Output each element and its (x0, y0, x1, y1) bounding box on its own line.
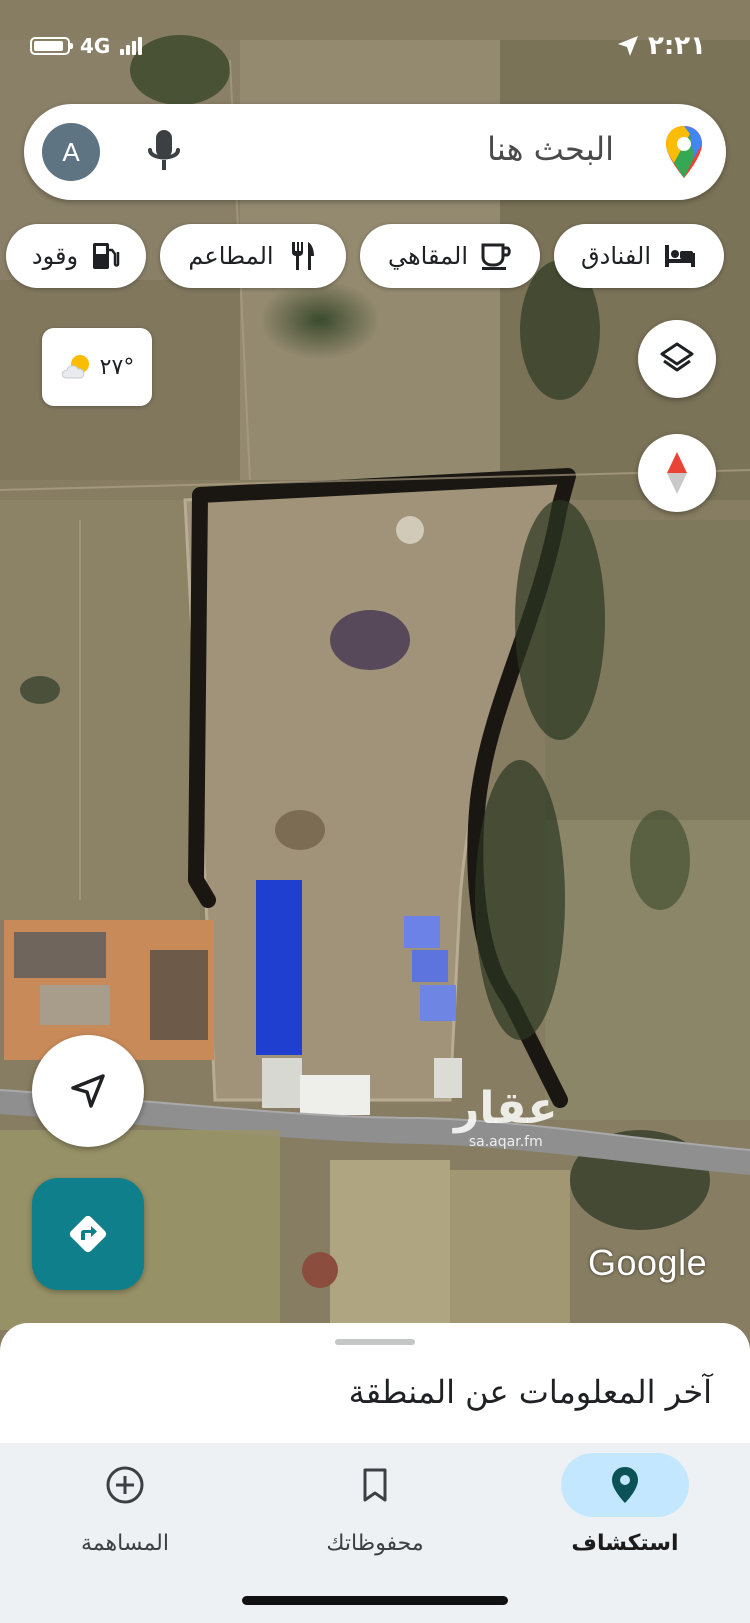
sheet-drag-handle[interactable] (335, 1339, 415, 1345)
location-arrow-icon (617, 36, 638, 56)
watermark: عقار sa.aqar.fm (454, 1083, 558, 1151)
directions-icon (69, 1215, 107, 1253)
signal-bars-icon (120, 37, 143, 55)
google-maps-pin-icon (666, 126, 702, 178)
nav-contribute[interactable]: المساهمة (0, 1443, 250, 1593)
nav-saved[interactable]: محفوظاتك (250, 1443, 500, 1593)
chip-label: المطاعم (188, 242, 274, 270)
chip-cafes[interactable]: المقاهي (360, 224, 540, 288)
nav-saved-icon-wrap (311, 1453, 439, 1517)
partly-cloudy-icon (61, 355, 89, 379)
fork-knife-icon (291, 242, 314, 270)
search-input[interactable]: البحث هنا (487, 130, 614, 168)
bottom-sheet[interactable]: آخر المعلومات عن المنطقة (0, 1323, 750, 1443)
chip-label: وقود (31, 242, 79, 270)
directions-button[interactable] (32, 1178, 144, 1290)
nav-contribute-label: المساهمة (81, 1531, 169, 1556)
hotel-bed-icon (665, 245, 695, 267)
network-type: 4G (80, 34, 111, 58)
status-time: ٢:٢١ (647, 31, 706, 61)
chip-label: المقاهي (388, 242, 468, 270)
nav-explore-highlight (561, 1453, 689, 1517)
chip-hotels[interactable]: الفنادق (554, 224, 724, 288)
location-pin-icon (612, 1467, 638, 1503)
compass-icon (667, 452, 687, 494)
search-bar[interactable]: A البحث هنا (24, 104, 726, 200)
chip-label: الفنادق (581, 242, 651, 270)
home-indicator[interactable] (242, 1596, 508, 1605)
watermark-logo: عقار (454, 1083, 558, 1134)
chip-restaurants[interactable]: المطاعم (160, 224, 346, 288)
weather-temperature: ٢٧° (99, 354, 135, 380)
gas-station-icon (93, 243, 120, 269)
layers-icon (660, 342, 694, 372)
layers-button[interactable] (638, 320, 716, 398)
coffee-cup-icon (481, 243, 511, 270)
nav-explore[interactable]: استكشاف (500, 1443, 750, 1593)
watermark-url: sa.aqar.fm (468, 1134, 543, 1150)
microphone-icon[interactable] (142, 126, 186, 178)
sheet-title: آخر المعلومات عن المنطقة (348, 1373, 712, 1411)
nav-saved-label: محفوظاتك (326, 1531, 424, 1556)
add-circle-icon (106, 1466, 144, 1504)
navigation-arrow-icon (71, 1074, 105, 1108)
status-bar-right: ٢:٢١ (616, 26, 706, 66)
nav-contribute-icon-wrap (61, 1453, 189, 1517)
chip-gas[interactable]: وقود (6, 224, 146, 288)
weather-widget[interactable]: ٢٧° (42, 328, 152, 406)
google-attribution: Google (588, 1242, 708, 1283)
compass-button[interactable] (638, 434, 716, 512)
battery-icon (30, 37, 73, 55)
my-location-button[interactable] (32, 1035, 144, 1147)
account-avatar[interactable]: A (42, 123, 100, 181)
bookmark-icon (363, 1468, 387, 1502)
status-bar-left: 4G (30, 26, 143, 66)
nav-explore-label: استكشاف (571, 1531, 679, 1556)
